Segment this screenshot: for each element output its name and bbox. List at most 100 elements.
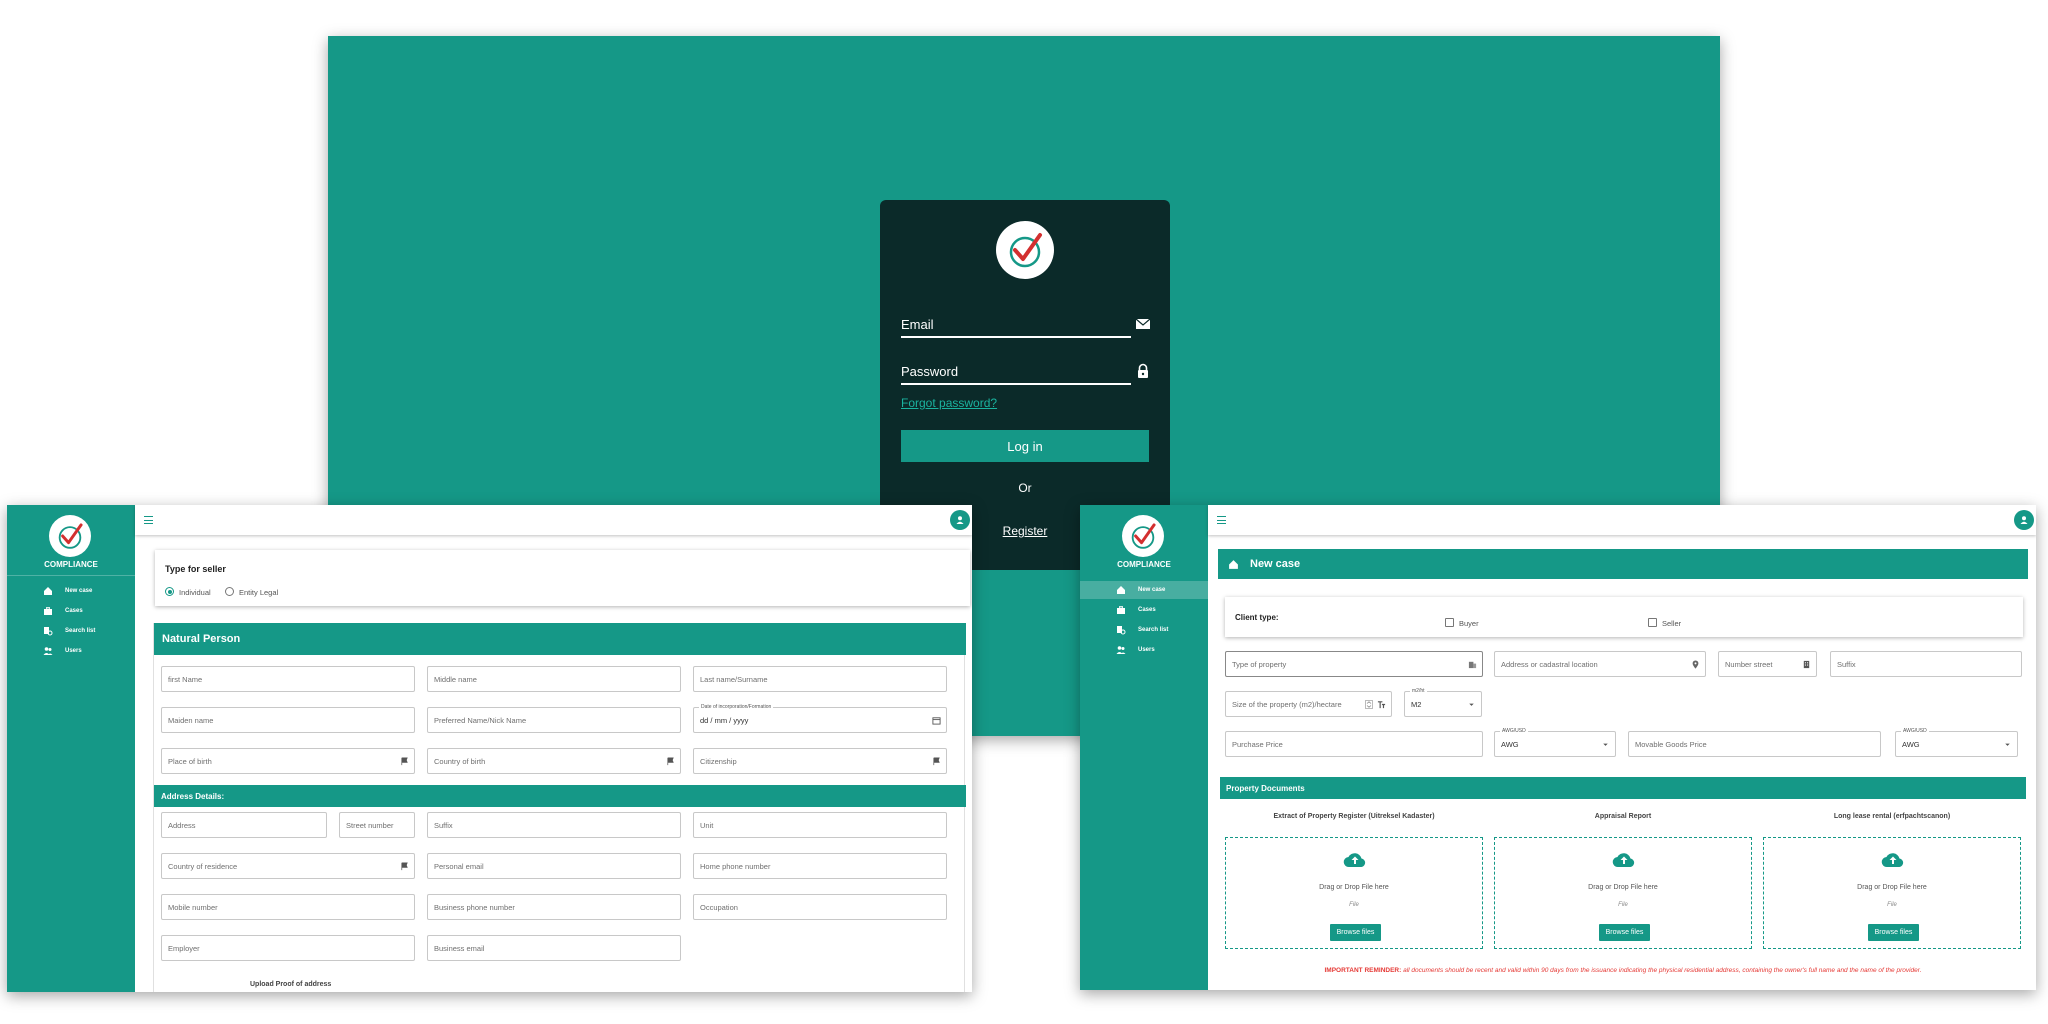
dropzone-property-register[interactable]: Drag or Drop File here File Browse files — [1225, 837, 1483, 949]
users-icon — [43, 647, 53, 655]
business-email-field[interactable]: Business email — [427, 935, 681, 961]
currency-select[interactable]: AWG/USD AWG — [1494, 728, 1616, 757]
client-type-card: Client type: Buyer Seller — [1225, 597, 2023, 637]
briefcase-icon — [1117, 606, 1125, 614]
checkbox-buyer[interactable] — [1445, 618, 1454, 627]
dropzone-long-lease[interactable]: Drag or Drop File here File Browse files — [1763, 837, 2021, 949]
purchase-price-field[interactable]: Purchase Price — [1225, 731, 1483, 757]
dropzone-appraisal-report[interactable]: Drag or Drop File here File Browse files — [1494, 837, 1752, 949]
sidebar-item-new-case[interactable]: New case — [1080, 581, 1208, 599]
field-placeholder: Preferred Name/Nick Name — [434, 715, 527, 725]
address-cadastral-field[interactable]: Address or cadastral location — [1494, 651, 1706, 677]
radio-entity-legal[interactable] — [225, 587, 234, 596]
occupation-field[interactable]: Occupation — [693, 894, 947, 920]
field-placeholder: Home phone number — [700, 861, 771, 871]
mobile-number-field[interactable]: Mobile number — [161, 894, 415, 920]
home-phone-field[interactable]: Home phone number — [693, 853, 947, 879]
number-street-field[interactable]: Number street — [1718, 651, 1817, 677]
new-case-window: COMPLIANCE New case Cases Search list Us… — [1080, 505, 2036, 990]
sidebar: COMPLIANCE New case Cases Search list Us… — [7, 505, 135, 992]
street-number-field[interactable]: Street number — [339, 812, 415, 838]
password-placeholder: Password — [901, 364, 959, 379]
unit-select[interactable]: m2/ht M2 — [1404, 688, 1482, 717]
date-value: dd / mm / yyyy — [700, 715, 749, 725]
field-placeholder: Citizenship — [700, 756, 737, 766]
sidebar-item-users[interactable]: Users — [1080, 641, 1208, 659]
address-field[interactable]: Address — [161, 812, 327, 838]
maiden-name-field[interactable]: Maiden name — [161, 707, 415, 733]
password-field[interactable]: Password — [901, 363, 1148, 385]
preferred-name-field[interactable]: Preferred Name/Nick Name — [427, 707, 681, 733]
seller-type-card: Type for seller Individual Entity Legal — [155, 550, 970, 606]
checkbox-seller-label: Seller — [1662, 619, 1682, 628]
calendar-icon[interactable] — [932, 716, 941, 725]
business-phone-field[interactable]: Business phone number — [427, 894, 681, 920]
add-home-icon — [1229, 560, 1238, 569]
browse-files-button[interactable]: Browse files — [1330, 924, 1381, 941]
field-placeholder: Middle name — [434, 674, 477, 684]
select-value: AWG — [1902, 739, 1920, 749]
field-placeholder: Address or cadastral location — [1501, 659, 1598, 669]
checkbox-seller[interactable] — [1648, 618, 1657, 627]
field-placeholder: first Name — [168, 674, 203, 684]
checkbox-buyer-label: Buyer — [1459, 619, 1479, 628]
file-text: File — [1349, 902, 1359, 908]
client-type-label: Client type: — [1235, 613, 1279, 622]
first-name-field[interactable]: first Name — [161, 666, 415, 692]
citizenship-field[interactable]: Citizenship — [693, 748, 947, 774]
property-size-field[interactable]: Size of the property (m2)/hectare — [1225, 691, 1392, 717]
sidebar-item-cases[interactable]: Cases — [7, 602, 135, 620]
top-bar — [135, 505, 972, 535]
avatar[interactable] — [2014, 510, 2034, 530]
sidebar-item-search-list[interactable]: Search list — [1080, 621, 1208, 639]
avatar[interactable] — [950, 510, 970, 530]
sidebar-item-new-case[interactable]: New case — [7, 582, 135, 600]
sidebar-logo — [1122, 515, 1164, 557]
seller-type-title: Type for seller — [165, 564, 226, 574]
sidebar-item-cases[interactable]: Cases — [1080, 601, 1208, 619]
chevron-down-icon — [1469, 703, 1474, 706]
employer-field[interactable]: Employer — [161, 935, 415, 961]
country-of-birth-field[interactable]: Country of birth — [427, 748, 681, 774]
sidebar-item-label: Search list — [65, 628, 96, 634]
forgot-password-link[interactable]: Forgot password? — [901, 396, 997, 410]
new-case-header: New case — [1218, 549, 2028, 579]
field-placeholder: Movable Goods Price — [1635, 739, 1707, 749]
location-pin-icon — [1692, 660, 1699, 669]
email-field[interactable]: Email — [901, 317, 1151, 338]
users-icon — [1116, 646, 1126, 654]
suffix-field[interactable]: Suffix — [427, 812, 681, 838]
browse-files-button[interactable]: Browse files — [1868, 924, 1919, 941]
menu-icon[interactable] — [144, 516, 153, 524]
menu-icon[interactable] — [1217, 516, 1226, 524]
date-incorporation-field[interactable]: Date of incorporation/Formation dd / mm … — [693, 704, 947, 733]
login-button[interactable]: Log in — [901, 430, 1149, 462]
drag-drop-text: Drag or Drop File here — [1588, 884, 1658, 891]
place-of-birth-field[interactable]: Place of birth — [161, 748, 415, 774]
country-of-residence-field[interactable]: Country of residence — [161, 853, 415, 879]
sidebar-item-label: Users — [65, 648, 82, 654]
sidebar-item-search-list[interactable]: Search list — [7, 622, 135, 640]
add-home-icon — [44, 587, 52, 595]
cloud-upload-icon — [1343, 853, 1366, 868]
radio-individual[interactable] — [165, 587, 174, 596]
sidebar-item-label: New case — [65, 588, 93, 594]
middle-name-field[interactable]: Middle name — [427, 666, 681, 692]
top-bar — [1208, 505, 2036, 535]
sidebar-item-users[interactable]: Users — [7, 642, 135, 660]
file-text: File — [1618, 902, 1628, 908]
movable-goods-price-field[interactable]: Movable Goods Price — [1628, 731, 1881, 757]
sidebar-item-label: Users — [1138, 647, 1155, 653]
last-name-field[interactable]: Last name/Surname — [693, 666, 947, 692]
personal-email-field[interactable]: Personal email — [427, 853, 681, 879]
important-reminder: IMPORTANT REMINDER: all documents should… — [1218, 967, 2028, 974]
unit-field[interactable]: Unit — [693, 812, 947, 838]
suffix-field[interactable]: Suffix — [1830, 651, 2022, 677]
currency-select-2[interactable]: AWG/USD AWG — [1895, 728, 2018, 757]
stepper-icon[interactable] — [1365, 700, 1373, 709]
sidebar-logo — [49, 515, 91, 557]
building-icon — [1803, 660, 1810, 669]
sidebar: COMPLIANCE New case Cases Search list Us… — [1080, 505, 1208, 990]
browse-files-button[interactable]: Browse files — [1599, 924, 1650, 941]
type-of-property-field[interactable]: Type of property — [1225, 651, 1483, 677]
